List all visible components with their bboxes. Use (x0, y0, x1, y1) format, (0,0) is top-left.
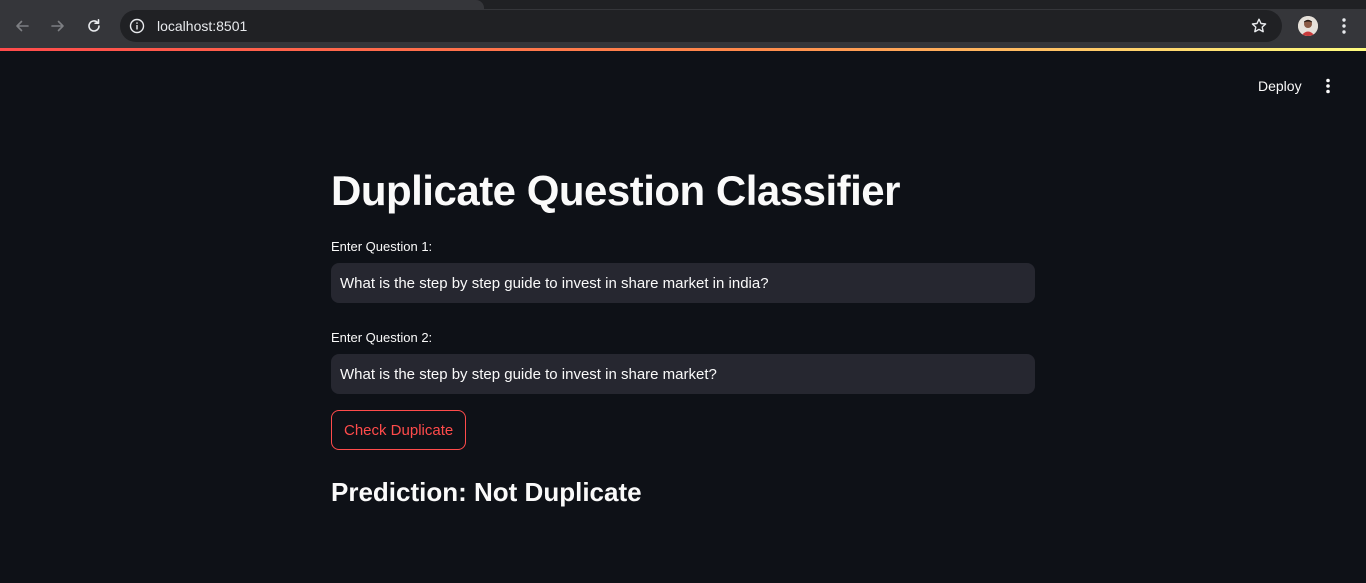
bookmark-star-icon[interactable] (1250, 17, 1268, 35)
browser-toolbar: localhost:8501 (0, 0, 1366, 50)
prediction-result: Prediction: Not Duplicate (331, 477, 642, 507)
reload-icon (88, 19, 100, 32)
back-arrow-icon (16, 20, 29, 32)
header-decoration-bar (0, 48, 1366, 51)
deploy-button[interactable]: Deploy (1250, 74, 1310, 98)
back-button[interactable] (8, 12, 36, 40)
tab-strip (0, 0, 1366, 9)
question1-label: Enter Question 1: (331, 239, 433, 254)
address-bar[interactable]: localhost:8501 (120, 10, 1282, 42)
site-info-icon[interactable] (129, 18, 145, 34)
forward-button[interactable] (44, 12, 72, 40)
kebab-menu-icon[interactable] (1318, 76, 1338, 96)
person-icon (1298, 16, 1318, 36)
question1-input[interactable] (331, 263, 1035, 303)
check-duplicate-button[interactable]: Check Duplicate (331, 410, 467, 450)
url-text[interactable]: localhost:8501 (157, 18, 247, 34)
profile-avatar[interactable] (1298, 16, 1318, 36)
page-title: Duplicate Question Classifier (331, 167, 901, 214)
chrome-menu-icon[interactable] (1334, 15, 1354, 37)
main-content: Duplicate Question Classifier Enter Ques… (331, 160, 1035, 510)
reload-button[interactable] (80, 12, 108, 40)
question2-input[interactable] (331, 354, 1035, 394)
forward-arrow-icon (51, 20, 64, 32)
question2-label: Enter Question 2: (331, 330, 433, 345)
active-tab[interactable] (0, 0, 484, 9)
